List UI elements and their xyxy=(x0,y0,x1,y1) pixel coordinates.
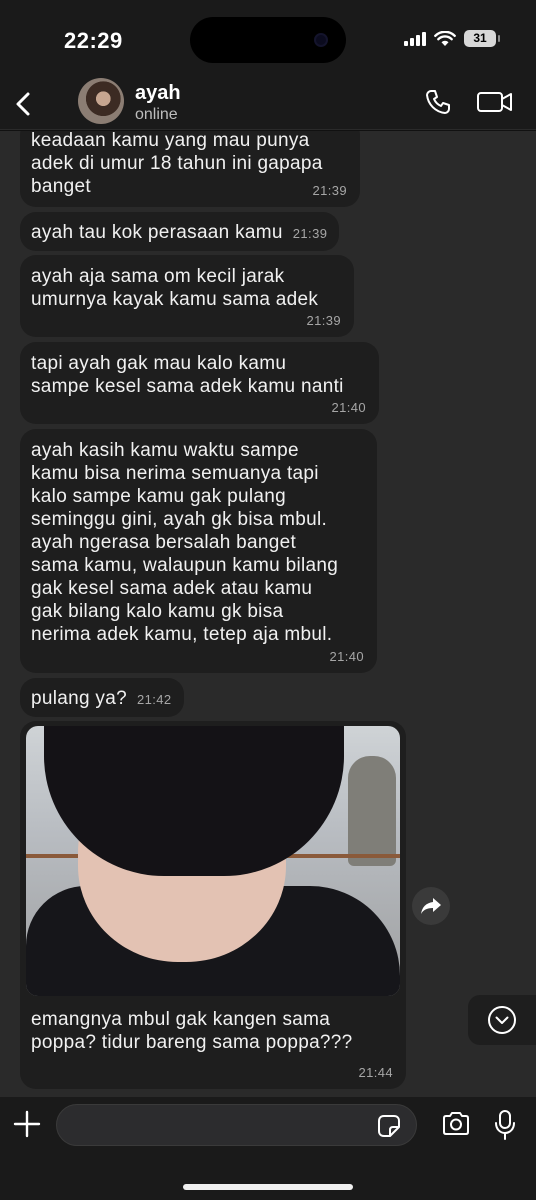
dynamic-island xyxy=(190,17,346,63)
message-timestamp: 21:42 xyxy=(136,692,172,707)
message-input[interactable] xyxy=(56,1104,417,1146)
camera-icon xyxy=(443,1112,469,1135)
message-bubble[interactable]: ayah kasih kamu waktu sampe kamu bisa ne… xyxy=(20,429,377,673)
message-text: ayah kasih kamu waktu sampe kamu bisa ne… xyxy=(31,440,339,645)
status-bar: 22:29 31 xyxy=(0,0,536,78)
photo-background-statue xyxy=(348,756,396,866)
message-timestamp: 21:40 xyxy=(331,400,366,415)
message-composer xyxy=(0,1097,536,1200)
wifi-icon xyxy=(434,30,456,46)
phone-icon xyxy=(426,90,450,114)
message-bubble[interactable]: pulang ya? 21:42 xyxy=(20,678,184,717)
voice-message-button[interactable] xyxy=(494,1109,516,1141)
avatar[interactable] xyxy=(78,78,124,124)
front-camera xyxy=(314,33,328,47)
attach-button[interactable] xyxy=(12,1109,42,1139)
status-indicators: 31 xyxy=(404,30,500,47)
forward-button[interactable] xyxy=(412,887,450,925)
message-timestamp: 21:44 xyxy=(358,1065,393,1080)
camera-button[interactable] xyxy=(441,1111,471,1137)
video-call-button[interactable] xyxy=(476,88,514,116)
voice-call-button[interactable] xyxy=(424,88,452,116)
back-button[interactable] xyxy=(8,84,38,124)
contact-status: online xyxy=(135,106,178,123)
message-bubble[interactable]: keadaan kamu yang mau punya adek di umur… xyxy=(20,131,360,207)
message-text: ayah aja sama om kecil jarak umurnya kay… xyxy=(31,266,319,310)
message-list[interactable]: keadaan kamu yang mau punya adek di umur… xyxy=(0,131,536,1097)
cellular-signal-icon xyxy=(404,31,426,46)
chevron-left-icon xyxy=(16,92,30,116)
battery-indicator: 31 xyxy=(464,30,500,47)
message-bubble[interactable]: tapi ayah gak mau kalo kamu sampe kesel … xyxy=(20,342,379,424)
forward-arrow-icon xyxy=(421,898,441,914)
chat-header: ayah online xyxy=(0,78,536,130)
message-text: tapi ayah gak mau kalo kamu sampe kesel … xyxy=(31,353,344,397)
photo-attachment[interactable] xyxy=(26,726,400,996)
contact-name[interactable]: ayah xyxy=(135,82,181,105)
message-text: pulang ya? xyxy=(31,688,127,709)
home-indicator[interactable] xyxy=(183,1184,353,1190)
message-timestamp: 21:39 xyxy=(292,226,328,241)
scroll-to-bottom-button[interactable] xyxy=(468,995,536,1045)
plus-icon xyxy=(13,1110,41,1138)
status-time: 22:29 xyxy=(64,28,123,53)
message-timestamp: 21:40 xyxy=(329,649,364,664)
microphone-icon xyxy=(495,1110,515,1140)
sticker-icon xyxy=(378,1115,400,1137)
video-camera-icon xyxy=(477,92,512,112)
message-bubble[interactable]: ayah aja sama om kecil jarak umurnya kay… xyxy=(20,255,354,337)
message-text: keadaan kamu yang mau punya adek di umur… xyxy=(31,131,323,197)
message-timestamp: 21:39 xyxy=(306,313,341,328)
message-bubble[interactable]: ayah tau kok perasaan kamu 21:39 xyxy=(20,212,340,251)
message-text: emangnya mbul gak kangen sama poppa? tid… xyxy=(31,1009,353,1053)
message-text: ayah tau kok perasaan kamu xyxy=(31,222,283,243)
message-timestamp: 21:39 xyxy=(312,183,347,198)
chevron-down-circle-icon xyxy=(488,1006,516,1034)
sticker-button[interactable] xyxy=(377,1114,401,1138)
